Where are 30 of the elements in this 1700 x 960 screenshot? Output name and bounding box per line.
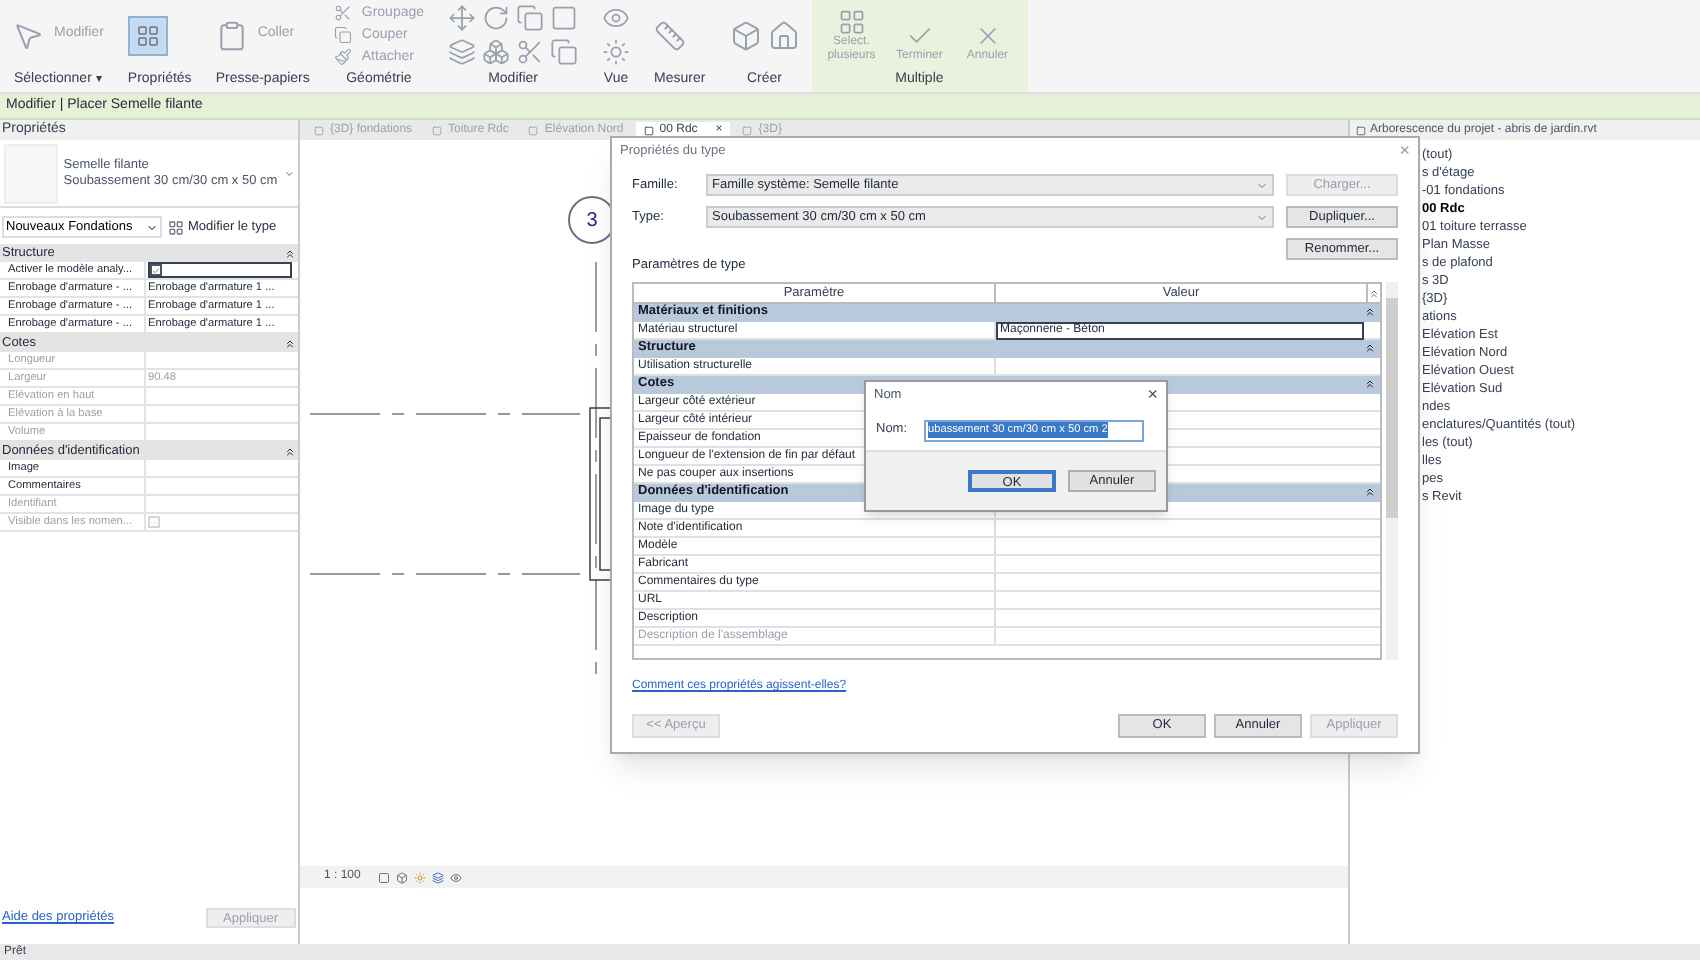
brush-icon[interactable] <box>333 48 352 66</box>
clipboard-icon[interactable] <box>215 19 248 51</box>
cube-icon[interactable] <box>396 871 409 883</box>
caret-icon <box>146 221 158 233</box>
caret-icon[interactable] <box>283 167 294 179</box>
checkbox[interactable] <box>150 264 162 276</box>
ruler-icon[interactable] <box>654 19 687 51</box>
caret-icon <box>1256 179 1268 191</box>
rotate-icon[interactable] <box>482 4 511 32</box>
eye-icon[interactable] <box>450 871 463 883</box>
grid-icon <box>168 219 184 235</box>
caret-icon <box>1256 211 1268 223</box>
properties-button[interactable] <box>127 15 168 55</box>
collapse-icon <box>1364 378 1376 391</box>
close-button[interactable]: × <box>1147 382 1158 410</box>
collapse-icon <box>1364 306 1376 319</box>
box-icon[interactable] <box>729 19 762 51</box>
layers-icon[interactable] <box>432 871 445 883</box>
grid-icon[interactable] <box>135 23 160 47</box>
scissors-icon[interactable] <box>333 4 352 22</box>
collapse-icon <box>1364 486 1376 499</box>
pointer-icon[interactable] <box>12 19 44 51</box>
copy-icon[interactable] <box>516 4 545 32</box>
copy-icon[interactable] <box>333 26 352 44</box>
collapse-icon <box>1364 342 1376 355</box>
scrollbar[interactable] <box>1386 281 1398 660</box>
browser-icon <box>1356 125 1366 135</box>
move-icon[interactable] <box>448 4 477 32</box>
eye-icon[interactable] <box>602 4 631 32</box>
sun-icon[interactable] <box>414 871 427 883</box>
